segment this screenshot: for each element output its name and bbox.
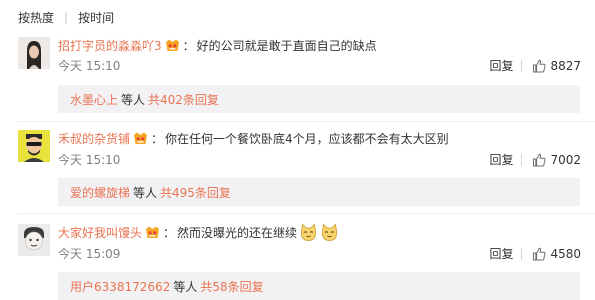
cat-emoji-icon — [320, 223, 339, 242]
like-button[interactable]: 4580 — [532, 247, 581, 261]
tab-by-time[interactable]: 按时间 — [78, 9, 114, 26]
comment-actions: 回复 8827 — [489, 57, 581, 74]
cat-emoji-icon — [299, 223, 318, 242]
vip-badge-icon — [165, 39, 180, 52]
like-count: 7002 — [550, 152, 581, 167]
reply-summary: 用户6338172662 等人 共58条回复 — [58, 272, 580, 300]
reply-user[interactable]: 用户6338172662 — [70, 278, 170, 295]
like-button[interactable]: 8827 — [532, 59, 581, 73]
action-divider — [521, 153, 523, 166]
thumbs-up-icon — [533, 59, 547, 72]
avatar-image — [18, 224, 50, 256]
comment-text: 然而没曝光的还在继续 — [177, 225, 298, 240]
reply-user[interactable]: 爱的螺旋梯 — [70, 184, 130, 201]
comment-colon: ： — [163, 225, 176, 240]
reply-button[interactable]: 回复 — [489, 57, 513, 74]
vip-badge-icon — [133, 132, 148, 145]
reply-mid-text: 等人 — [121, 92, 146, 107]
thumbs-up-icon — [533, 247, 547, 260]
reply-count-link[interactable]: 共402条回复 — [148, 91, 219, 108]
comment-line: 禾叔的杂货铺 ： 你在任何一个餐饮卧底4个月，应该都不会有太大区别 — [58, 130, 449, 146]
comment-text: 好的公司就是敢于直面自己的缺点 — [196, 38, 377, 53]
comment-text: 你在任何一个餐饮卧底4个月，应该都不会有太大区别 — [165, 131, 449, 146]
reply-button[interactable]: 回复 — [489, 151, 513, 168]
comment-username[interactable]: 招打字员的淼淼吖3 — [58, 37, 162, 54]
tab-by-hot[interactable]: 按热度 — [18, 9, 54, 26]
comment-username[interactable]: 大家好我叫馒头 — [58, 224, 142, 241]
comment-username[interactable]: 禾叔的杂货铺 — [58, 130, 130, 147]
reply-count-link[interactable]: 共495条回复 — [160, 184, 231, 201]
avatar-image — [18, 130, 50, 162]
comment-time: 今天 15:09 — [58, 247, 121, 261]
comment-divider — [18, 213, 595, 214]
vip-badge-icon — [145, 226, 160, 239]
reply-user[interactable]: 水墨心上 — [70, 91, 118, 108]
reply-summary: 爱的螺旋梯 等人 共495条回复 — [58, 178, 580, 206]
reply-count-link[interactable]: 共58条回复 — [200, 278, 263, 295]
tab-separator: | — [64, 10, 69, 24]
avatar[interactable] — [18, 37, 50, 69]
action-divider — [521, 247, 523, 260]
comment-line: 大家好我叫馒头 ： 然而没曝光的还在继续 — [58, 223, 339, 242]
comment-time: 今天 15:10 — [58, 153, 121, 167]
like-button[interactable]: 7002 — [532, 153, 581, 167]
avatar[interactable] — [18, 224, 50, 256]
reply-mid-text: 等人 — [173, 279, 198, 294]
comment-colon: ： — [151, 131, 164, 146]
comment-line: 招打字员的淼淼吖3 ： 好的公司就是敢于直面自己的缺点 — [58, 37, 377, 53]
comment-actions: 回复 7002 — [489, 151, 581, 168]
sort-tabs: 按热度 | 按时间 — [18, 7, 114, 27]
avatar[interactable] — [18, 130, 50, 162]
comment-actions: 回复 4580 — [489, 245, 581, 262]
thumbs-up-icon — [533, 153, 547, 166]
reply-mid-text: 等人 — [133, 185, 158, 200]
avatar-image — [18, 37, 50, 69]
action-divider — [521, 59, 523, 72]
comment-divider — [18, 121, 595, 122]
like-count: 8827 — [550, 58, 581, 73]
like-count: 4580 — [550, 246, 581, 261]
reply-summary: 水墨心上 等人 共402条回复 — [58, 85, 580, 113]
reply-button[interactable]: 回复 — [489, 245, 513, 262]
comment-colon: ： — [182, 38, 195, 53]
comment-time: 今天 15:10 — [58, 59, 121, 73]
